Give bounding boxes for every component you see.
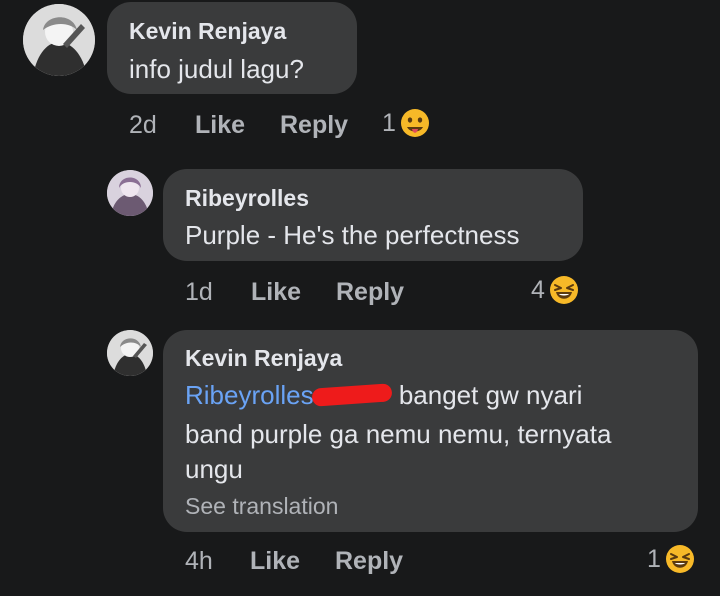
- avatar-image: [107, 170, 153, 216]
- comment-text-line-3: ungu: [185, 454, 243, 484]
- avatar-image: [107, 330, 153, 376]
- comment-author[interactable]: Kevin Renjaya: [129, 18, 286, 45]
- reply-button[interactable]: Reply: [335, 547, 403, 576]
- reaction-summary[interactable]: 1: [647, 544, 695, 574]
- reaction-count: 4: [531, 275, 545, 304]
- comment-text-fragment: banget gw nyari: [398, 380, 583, 410]
- comment-timestamp[interactable]: 2d: [129, 111, 157, 140]
- reaction-count: 1: [647, 544, 661, 573]
- mention-link[interactable]: Ribeyrolles: [185, 380, 314, 410]
- comment-author[interactable]: Kevin Renjaya: [185, 345, 342, 372]
- comment-thread: Kevin Renjaya info judul lagu? 2d Like R…: [0, 0, 720, 596]
- comment-text: Purple - He's the perfectness: [185, 220, 520, 250]
- drooling-face-emoji-icon: [400, 109, 429, 137]
- like-button[interactable]: Like: [250, 547, 300, 576]
- reaction-count: 1: [382, 108, 396, 137]
- see-translation-link[interactable]: See translation: [185, 493, 338, 520]
- comment-text: info judul lagu?: [129, 54, 304, 84]
- laughing-face-emoji-icon: [665, 545, 694, 573]
- comment-timestamp[interactable]: 1d: [185, 278, 213, 307]
- comment-text-line-1: Ribeyrolles banget gw nyari: [185, 378, 582, 413]
- avatar-image: [23, 4, 95, 76]
- reply-button[interactable]: Reply: [336, 278, 404, 307]
- like-button[interactable]: Like: [251, 278, 301, 307]
- reaction-summary[interactable]: 1: [382, 108, 430, 138]
- reply-button[interactable]: Reply: [280, 111, 348, 140]
- comment-text-line-2: band purple ga nemu nemu, ternyata: [185, 419, 612, 449]
- comment-timestamp[interactable]: 4h: [185, 547, 213, 576]
- reaction-summary[interactable]: 4: [531, 275, 579, 305]
- avatar[interactable]: [107, 170, 153, 216]
- like-button[interactable]: Like: [195, 111, 245, 140]
- redaction-mark: [311, 383, 393, 407]
- avatar[interactable]: [23, 4, 95, 76]
- comment-author[interactable]: Ribeyrolles: [185, 185, 309, 212]
- laughing-face-emoji-icon: [549, 276, 578, 304]
- avatar[interactable]: [107, 330, 153, 376]
